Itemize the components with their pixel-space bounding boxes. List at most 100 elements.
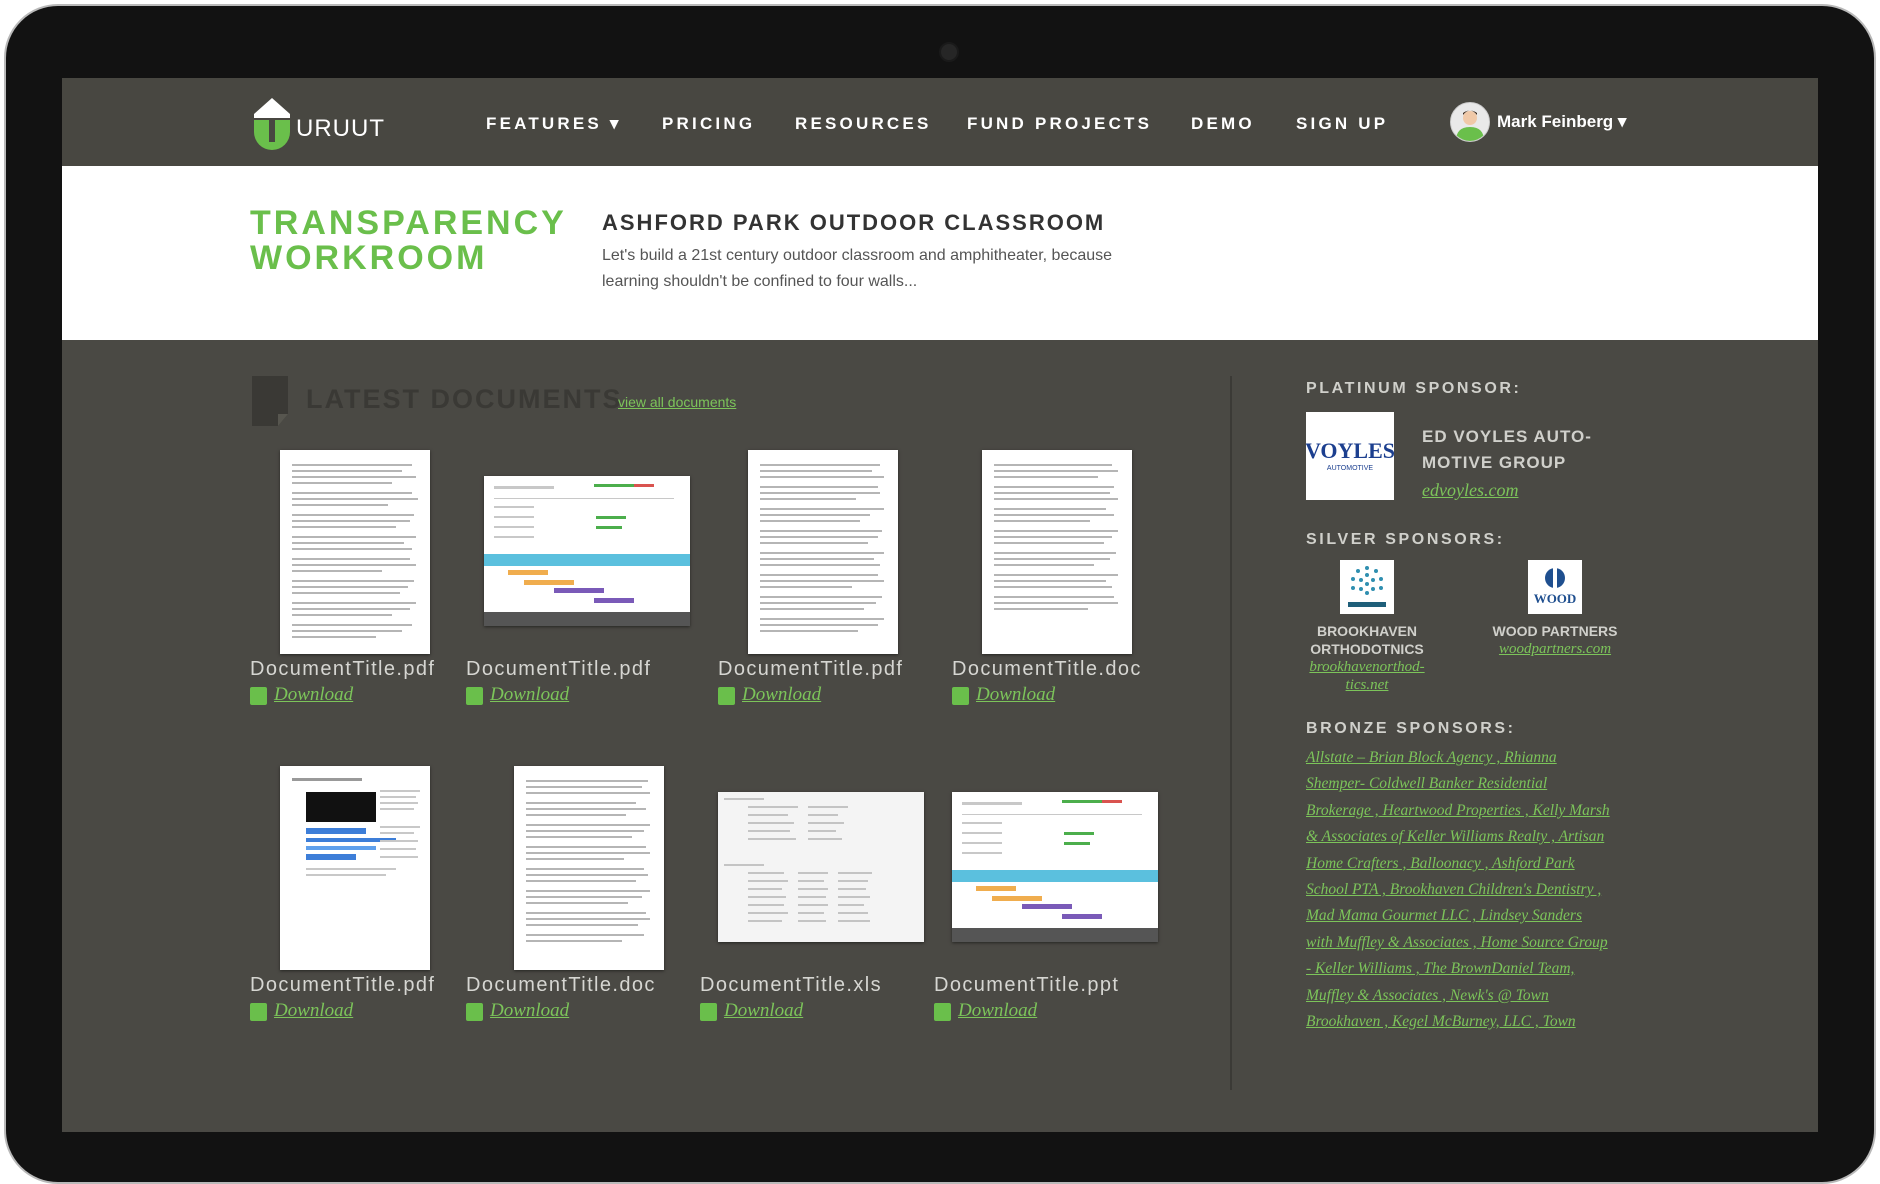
view-all-documents-link[interactable]: view all documents bbox=[618, 394, 736, 410]
bronze-line[interactable]: with Muffley & Associates , Home Source … bbox=[1306, 930, 1636, 956]
bronze-line[interactable]: Muffley & Associates , Newk's @ Town bbox=[1306, 983, 1636, 1009]
document-icon bbox=[252, 376, 288, 426]
document-card: DocumentTitle.doc Download bbox=[466, 766, 694, 1021]
uruut-logo[interactable]: URUUT bbox=[250, 92, 390, 154]
bronze-line[interactable]: Mad Mama Gourmet LLC , Lindsey Sanders bbox=[1306, 903, 1636, 929]
pdf-icon bbox=[466, 687, 483, 705]
nav-features[interactable]: FEATURES ▾ bbox=[486, 114, 622, 134]
silver-sponsors-label: SILVER SPONSORS: bbox=[1306, 531, 1505, 548]
brookhaven-name-line-2: ORTHODOTNICS bbox=[1310, 641, 1424, 657]
laptop-frame: URUUT FEATURES ▾ PRICING RESOURCES FUND … bbox=[0, 0, 1880, 1184]
excel-icon bbox=[700, 1003, 717, 1021]
document-thumbnail[interactable] bbox=[982, 450, 1132, 654]
bronze-line[interactable]: School PTA , Brookhaven Children's Denti… bbox=[1306, 877, 1636, 903]
wood-partners-logo[interactable]: WOOD bbox=[1528, 560, 1582, 614]
pdf-icon bbox=[718, 687, 735, 705]
document-thumbnail[interactable] bbox=[952, 792, 1158, 942]
bronze-line[interactable]: Allstate – Brian Block Agency , Rhianna bbox=[1306, 745, 1636, 771]
document-card: DocumentTitle.ppt Download bbox=[934, 766, 1162, 1021]
nav-fund-projects[interactable]: FUND PROJECTS bbox=[967, 114, 1152, 134]
platinum-name-line-2: MOTIVE GROUP bbox=[1422, 453, 1567, 472]
powerpoint-icon bbox=[934, 1003, 951, 1021]
page-title: TRANSPARENCY WORKROOM bbox=[250, 206, 570, 276]
text-page-preview bbox=[292, 464, 418, 638]
brookhaven-link-line-1: brookhavenorthod- bbox=[1309, 659, 1425, 675]
bronze-sponsors-label: BRONZE SPONSORS: bbox=[1306, 720, 1516, 737]
svg-text:AUTOMOTIVE: AUTOMOTIVE bbox=[1327, 465, 1373, 472]
document-card: DocumentTitle.xls Download bbox=[700, 766, 928, 1021]
document-thumbnail[interactable] bbox=[514, 766, 664, 970]
bronze-line[interactable]: Shemper- Coldwell Banker Residential bbox=[1306, 771, 1636, 797]
camera-icon bbox=[939, 42, 959, 62]
platinum-sponsor-name: ED VOYLES AUTO- MOTIVE GROUP bbox=[1422, 424, 1622, 476]
spreadsheet-preview bbox=[718, 792, 924, 942]
document-thumbnail[interactable] bbox=[748, 450, 898, 654]
download-label: Download bbox=[274, 1000, 354, 1021]
bronze-sponsors-list[interactable]: Allstate – Brian Block Agency , Rhianna … bbox=[1306, 745, 1636, 1035]
wood-partners-link[interactable]: woodpartners.com bbox=[1480, 640, 1630, 658]
browser-screen: URUUT FEATURES ▾ PRICING RESOURCES FUND … bbox=[62, 78, 1818, 1132]
brookhaven-link[interactable]: brookhavenorthod- tics.net bbox=[1292, 658, 1442, 694]
document-thumbnail[interactable] bbox=[280, 450, 430, 654]
document-title: DocumentTitle.doc bbox=[952, 658, 1142, 680]
bronze-line[interactable]: - Keller Williams , The BrownDaniel Team… bbox=[1306, 956, 1636, 982]
document-title: DocumentTitle.xls bbox=[700, 974, 882, 996]
logo-text: URUUT bbox=[296, 115, 385, 142]
title-line-1: TRANSPARENCY bbox=[250, 204, 567, 242]
title-line-2: WORKROOM bbox=[250, 239, 488, 277]
download-label: Download bbox=[490, 684, 570, 705]
latest-documents-title: LATEST DOCUMENTS bbox=[306, 384, 623, 414]
gantt-chart-preview bbox=[484, 484, 690, 626]
brookhaven-logo-image bbox=[1348, 566, 1386, 607]
download-label: Download bbox=[274, 684, 354, 705]
document-title: DocumentTitle.doc bbox=[466, 974, 656, 996]
pdf-icon bbox=[250, 687, 267, 705]
silver-sponsor-brookhaven: BROOKHAVEN ORTHODOTNICS brookhavenorthod… bbox=[1292, 560, 1442, 693]
document-card: DocumentTitle.doc Download bbox=[952, 450, 1162, 705]
document-thumbnail[interactable] bbox=[718, 792, 924, 942]
text-page-preview bbox=[994, 464, 1118, 610]
document-title: DocumentTitle.pdf bbox=[250, 658, 436, 680]
nav-resources[interactable]: RESOURCES bbox=[795, 114, 932, 134]
report-page-preview bbox=[292, 778, 420, 876]
bronze-line[interactable]: Home Crafters , Balloonacy , Ashford Par… bbox=[1306, 851, 1636, 877]
document-title: DocumentTitle.pdf bbox=[466, 658, 652, 680]
platinum-sponsor-label: PLATINUM SPONSOR: bbox=[1306, 380, 1522, 397]
uruut-logo-icon bbox=[254, 98, 290, 150]
voyles-logo[interactable]: VOYLES AUTOMOTIVE bbox=[1305, 412, 1395, 500]
silver-sponsor-wood-partners: WOOD WOOD PARTNERS woodpartners.com bbox=[1480, 560, 1630, 660]
nav-demo[interactable]: DEMO bbox=[1191, 114, 1255, 134]
document-thumbnail[interactable] bbox=[484, 476, 690, 626]
document-thumbnail[interactable] bbox=[280, 766, 430, 970]
voyles-logo-image: VOYLES AUTOMOTIVE bbox=[1305, 438, 1395, 472]
avatar bbox=[1450, 102, 1490, 142]
svg-text:WOOD: WOOD bbox=[1534, 591, 1577, 606]
platinum-sponsor-link[interactable]: edvoyles.com bbox=[1422, 480, 1518, 501]
wood-partners-name: WOOD PARTNERS bbox=[1492, 623, 1618, 639]
top-nav: URUUT FEATURES ▾ PRICING RESOURCES FUND … bbox=[62, 78, 1818, 166]
column-divider bbox=[1230, 376, 1232, 1090]
word-doc-icon bbox=[466, 1003, 483, 1021]
download-label: Download bbox=[976, 684, 1056, 705]
document-title: DocumentTitle.ppt bbox=[934, 974, 1120, 996]
download-label: Download bbox=[490, 1000, 570, 1021]
nav-sign-up[interactable]: SIGN UP bbox=[1296, 114, 1388, 134]
bronze-line[interactable]: Brokerage , Heartwood Properties , Kelly… bbox=[1306, 798, 1636, 824]
bronze-line[interactable]: & Associates of Keller Williams Realty ,… bbox=[1306, 824, 1636, 850]
brookhaven-logo[interactable] bbox=[1340, 560, 1394, 614]
nav-pricing[interactable]: PRICING bbox=[662, 114, 755, 134]
brookhaven-name: BROOKHAVEN ORTHODOTNICS bbox=[1292, 622, 1442, 658]
user-icon bbox=[1456, 110, 1484, 141]
text-page-preview bbox=[526, 780, 650, 942]
download-label: Download bbox=[742, 684, 822, 705]
project-description: Let's build a 21st century outdoor class… bbox=[602, 247, 1113, 290]
document-title: DocumentTitle.pdf bbox=[250, 974, 436, 996]
project-title: ASHFORD PARK OUTDOOR CLASSROOM bbox=[602, 210, 1106, 235]
word-doc-icon bbox=[952, 687, 969, 705]
wood-partners-logo-image: WOOD bbox=[1534, 568, 1577, 606]
document-card: DocumentTitle.pdf Download bbox=[250, 450, 460, 705]
brookhaven-link-line-2: tics.net bbox=[1345, 677, 1389, 693]
bronze-line[interactable]: Brookhaven , Kegel McBurney, LLC , Town bbox=[1306, 1009, 1636, 1035]
svg-text:VOYLES: VOYLES bbox=[1306, 438, 1394, 463]
text-page-preview bbox=[760, 464, 884, 632]
